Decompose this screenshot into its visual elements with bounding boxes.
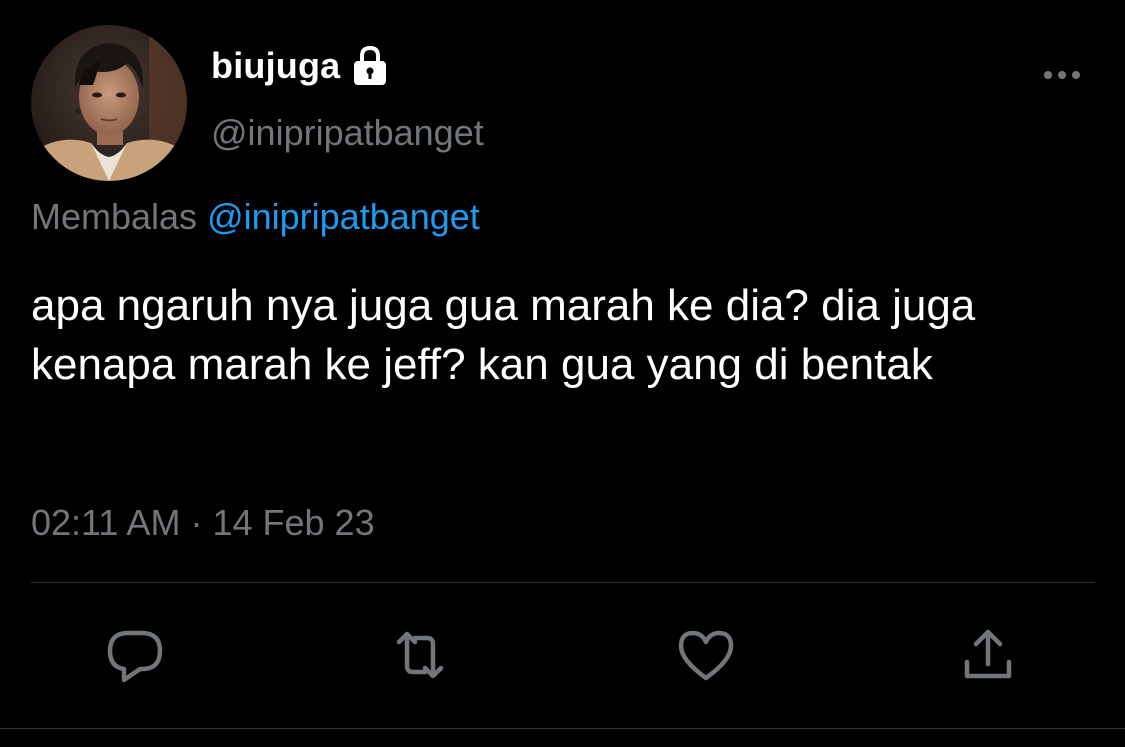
reply-mention-link[interactable]: @inipripatbanget (207, 196, 480, 237)
tweet-actions-bar (0, 620, 1125, 690)
retweet-button[interactable] (385, 620, 455, 690)
reply-context: Membalas @inipripatbanget (31, 194, 480, 240)
divider (31, 582, 1095, 583)
display-name[interactable]: biujuga (211, 44, 340, 88)
tweet-text: apa ngaruh nya juga gua marah ke dia? di… (31, 281, 988, 389)
more-options-icon[interactable] (1040, 60, 1084, 90)
user-handle[interactable]: @inipripatbanget (211, 111, 484, 155)
tweet-date: 14 Feb 23 (212, 502, 375, 543)
divider (0, 728, 1125, 729)
tweet-detail: biujuga @inipripatbanget Membalas @inipr… (0, 0, 1125, 747)
tweet-timestamp[interactable]: 02:11 AM · 14 Feb 23 (31, 500, 375, 546)
tweet-time: 02:11 AM (31, 502, 181, 543)
display-name-row: biujuga (211, 44, 390, 88)
like-button[interactable] (671, 620, 741, 690)
share-icon (964, 629, 1012, 679)
reply-prefix: Membalas (31, 196, 198, 237)
avatar-image (31, 25, 187, 181)
avatar[interactable] (31, 25, 187, 181)
retweet-icon (396, 631, 444, 679)
heart-icon (678, 630, 734, 681)
reply-icon (107, 630, 163, 683)
timestamp-separator: · (190, 502, 203, 543)
reply-button[interactable] (100, 620, 170, 690)
lock-icon (350, 44, 390, 88)
share-button[interactable] (953, 620, 1023, 690)
